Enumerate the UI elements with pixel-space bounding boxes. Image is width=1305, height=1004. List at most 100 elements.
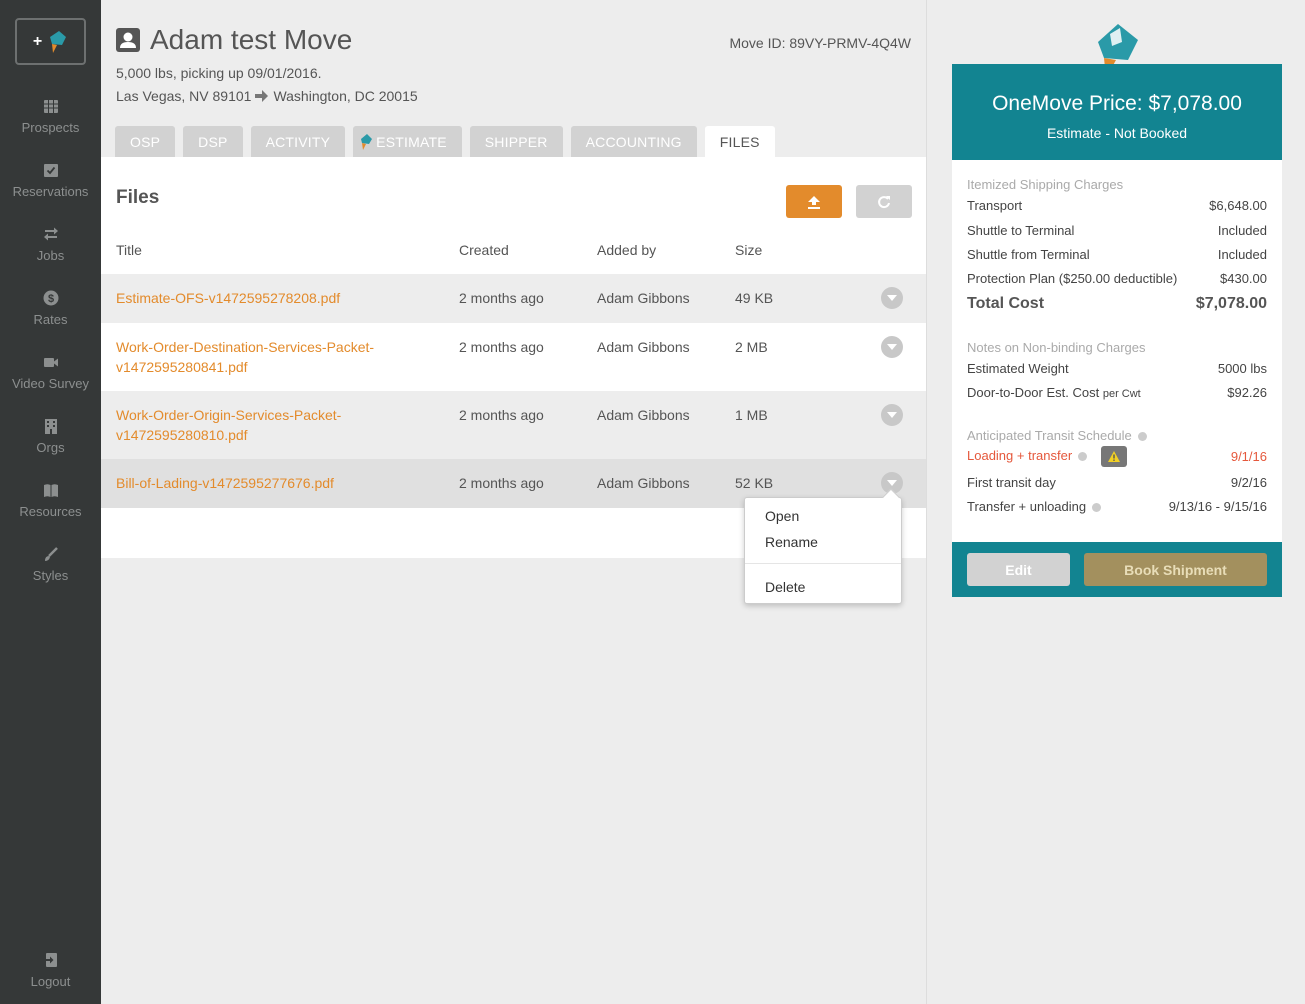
d2d-value: $92.26 [1227, 385, 1267, 400]
tab-label: FILES [719, 133, 760, 150]
row-menu-button[interactable] [881, 336, 903, 358]
book-shipment-button[interactable]: Book Shipment [1084, 553, 1267, 586]
tab-dsp[interactable]: DSP [183, 126, 243, 157]
sidebar-item-label: Orgs [36, 440, 65, 455]
book-icon [43, 484, 58, 497]
column-header-created[interactable]: Created [459, 242, 509, 258]
menu-item-rename[interactable]: Rename [765, 534, 818, 550]
logout-button[interactable]: Logout [0, 952, 101, 989]
file-link[interactable]: Work-Order-Destination-Services-Packet- [116, 339, 374, 355]
file-link[interactable]: Work-Order-Origin-Services-Packet- [116, 407, 341, 423]
file-title[interactable]: Bill-of-Lading-v1472595277676.pdf [116, 473, 334, 493]
door-to-door-line: Door-to-Door Est. Cost per Cwt $92.26 [967, 385, 1267, 400]
sidebar-item-rates[interactable]: $ Rates [0, 290, 101, 327]
column-header-size[interactable]: Size [735, 242, 762, 258]
transit-title-wrap: Anticipated Transit Schedule [967, 428, 1147, 443]
estimated-weight-label: Estimated Weight [967, 361, 1069, 376]
file-title[interactable]: Work-Order-Destination-Services-Packet- … [116, 337, 374, 377]
total-label: Total Cost [967, 295, 1045, 312]
sidebar-item-styles[interactable]: Styles [0, 546, 101, 583]
chevron-down-icon [887, 479, 897, 486]
building-icon [44, 419, 57, 434]
plus-label: + [32, 32, 43, 50]
upload-button[interactable] [786, 185, 842, 218]
brand-logo-icon [50, 30, 67, 53]
tab-osp[interactable]: OSP [115, 126, 176, 157]
route-line: Las Vegas, NV 89101 Washington, DC 20015 [116, 88, 418, 104]
file-title[interactable]: Estimate-OFS-v1472595278208.pdf [116, 288, 340, 308]
warning-icon[interactable] [1101, 446, 1128, 467]
table-row: Estimate-OFS-v1472595278208.pdf 2 months… [101, 274, 926, 323]
sidebar-item-label: Prospects [21, 120, 80, 135]
sidebar: + Prospects Reservations Jobs $ Rates Vi… [0, 0, 101, 1004]
files-heading: Files [116, 187, 160, 208]
sidebar-item-label: Resources [19, 504, 82, 519]
loading-label: Loading + transfer [967, 447, 1073, 463]
chevron-down-icon [887, 411, 897, 418]
file-link-cont[interactable]: v1472595280841.pdf [116, 359, 248, 375]
brand-logo-icon [361, 133, 373, 150]
sidebar-item-label: Styles [32, 568, 69, 583]
weight-pickup-line: 5,000 lbs, picking up 09/01/2016. [116, 65, 322, 81]
onemove-price: OneMove Price: $7,078.00 [992, 92, 1242, 115]
sidebar-item-prospects[interactable]: Prospects [0, 98, 101, 135]
file-link[interactable]: Estimate-OFS-v1472595278208.pdf [116, 290, 340, 306]
chevron-down-icon [887, 343, 897, 350]
tab-label: ESTIMATE [376, 133, 447, 150]
row-menu-button[interactable] [881, 287, 903, 309]
file-added-by: Adam Gibbons [597, 407, 690, 423]
sidebar-item-reservations[interactable]: Reservations [0, 162, 101, 199]
charge-label: Shuttle from Terminal [967, 247, 1090, 262]
menu-divider [745, 563, 901, 564]
loading-line: Loading + transfer 9/1/16 [967, 446, 1267, 467]
file-size: 1 MB [735, 407, 768, 423]
svg-text:$: $ [47, 293, 53, 305]
charge-label: Transport [967, 198, 1023, 213]
sidebar-item-label: Video Survey [11, 376, 90, 391]
tab-label: ACTIVITY [265, 133, 331, 150]
arrow-right-icon [255, 90, 269, 102]
menu-item-delete[interactable]: Delete [765, 579, 805, 595]
column-header-title[interactable]: Title [116, 242, 142, 258]
file-link[interactable]: Bill-of-Lading-v1472595277676.pdf [116, 475, 334, 491]
sidebar-item-jobs[interactable]: Jobs [0, 226, 101, 263]
file-created: 2 months ago [459, 475, 544, 491]
column-header-added-by[interactable]: Added by [597, 242, 656, 258]
row-menu-button[interactable] [881, 404, 903, 426]
tab-files[interactable]: FILES [704, 126, 775, 157]
file-link-cont[interactable]: v1472595280810.pdf [116, 427, 248, 443]
d2d-label: Door-to-Door Est. Cost [967, 385, 1100, 400]
tab-estimate[interactable]: ESTIMATE [353, 126, 462, 157]
file-created: 2 months ago [459, 407, 544, 423]
info-icon[interactable] [1092, 503, 1102, 513]
upload-icon [808, 195, 820, 209]
info-icon[interactable] [1137, 432, 1147, 442]
new-move-button[interactable]: + [15, 18, 86, 65]
estimated-weight-value: 5000 lbs [1217, 361, 1267, 376]
itemized-charges-title: Itemized Shipping Charges [967, 177, 1124, 192]
tab-bar: OSP DSP ACTIVITY ESTIMATE SHIPPER ACCOUN… [115, 126, 775, 157]
sidebar-item-video-survey[interactable]: Video Survey [0, 354, 101, 391]
refresh-button[interactable] [856, 185, 912, 218]
grid-icon [43, 100, 58, 113]
price-actions: Edit Book Shipment [952, 542, 1282, 597]
tab-activity[interactable]: ACTIVITY [250, 126, 346, 157]
info-icon[interactable] [1078, 452, 1088, 461]
tab-accounting[interactable]: ACCOUNTING [570, 126, 697, 157]
sidebar-item-orgs[interactable]: Orgs [0, 418, 101, 455]
sidebar-item-resources[interactable]: Resources [0, 482, 101, 519]
origin-address: Las Vegas, NV 89101 [116, 88, 252, 104]
charge-value: $430.00 [1220, 271, 1267, 286]
move-title: Adam test Move [150, 24, 353, 55]
unloading-label: Transfer + unloading [967, 499, 1087, 514]
move-id: Move ID: 89VY-PRMV-4Q4W [729, 35, 911, 51]
swap-arrows-icon [43, 227, 58, 241]
table-row: Work-Order-Destination-Services-Packet- … [101, 323, 926, 391]
edit-button[interactable]: Edit [967, 553, 1070, 586]
tab-shipper[interactable]: SHIPPER [469, 126, 563, 157]
refresh-icon [878, 195, 890, 208]
user-icon [116, 28, 140, 52]
file-title[interactable]: Work-Order-Origin-Services-Packet- v1472… [116, 405, 341, 445]
menu-item-open[interactable]: Open [765, 508, 799, 524]
charge-value: Included [1217, 247, 1267, 262]
